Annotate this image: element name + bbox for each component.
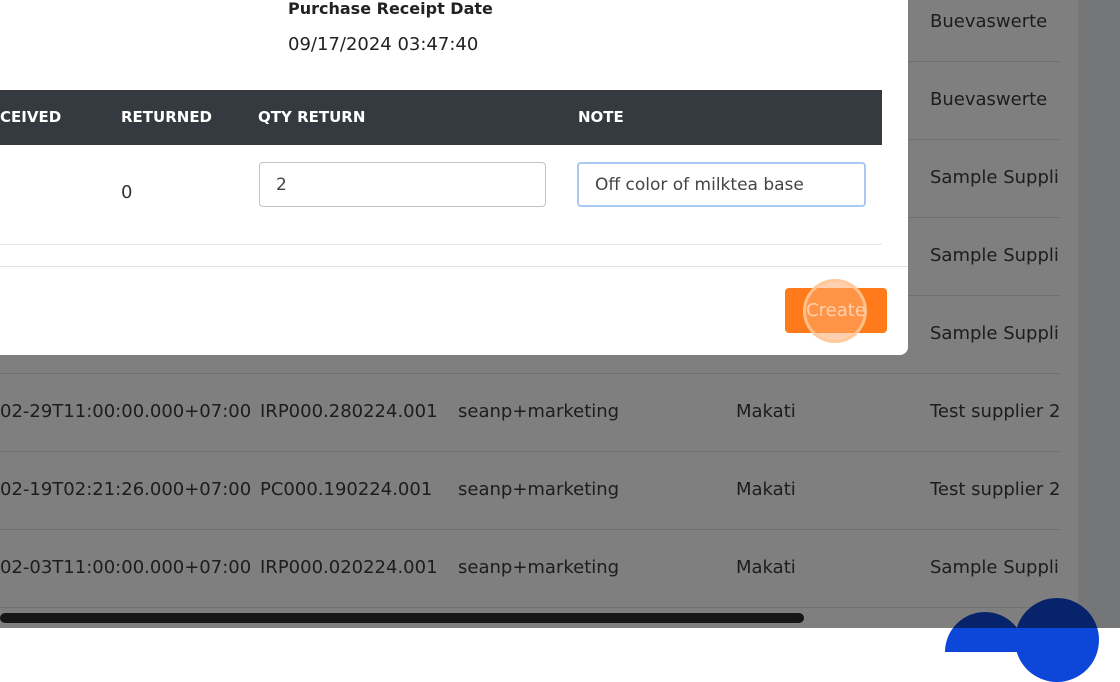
note-input[interactable] [577, 162, 866, 207]
return-table-header: CEIVED RETURNED QTY RETURN NOTE [0, 90, 882, 145]
header-qty-return: QTY RETURN [258, 108, 366, 126]
return-modal: Purchase Receipt Date 09/17/2024 03:47:4… [0, 0, 908, 355]
purchase-receipt-date-value: 09/17/2024 03:47:40 [288, 34, 479, 55]
header-received: CEIVED [0, 108, 62, 126]
purchase-receipt-date-label: Purchase Receipt Date [288, 0, 493, 18]
modal-footer-divider [0, 266, 908, 267]
header-note: NOTE [578, 108, 624, 126]
header-returned: RETURNED [121, 108, 213, 126]
qty-return-input[interactable] [259, 162, 546, 207]
returned-value: 0 [121, 182, 133, 203]
create-button[interactable]: Create [785, 288, 887, 333]
return-table-row: 0 [0, 145, 882, 245]
